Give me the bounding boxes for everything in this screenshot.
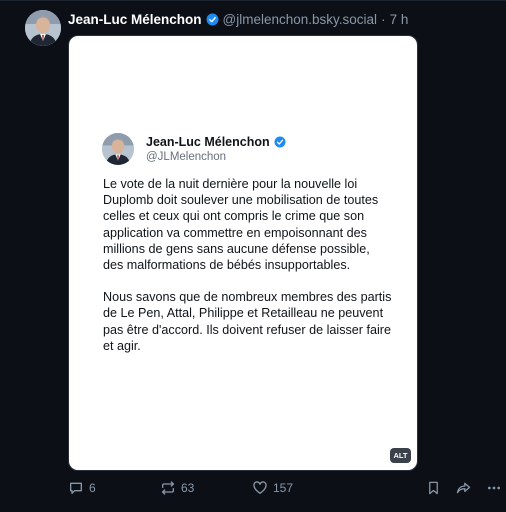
- post[interactable]: Jean-Luc Mélenchon @jlmelenchon.bsky.soc…: [0, 0, 506, 512]
- like-count: 157: [273, 481, 294, 495]
- more-button[interactable]: [486, 480, 502, 496]
- like-icon: [252, 480, 268, 496]
- tweet-paragraph: Nous savons que de nombreux membres des …: [103, 290, 392, 353]
- repost-count: 63: [181, 481, 195, 495]
- post-image[interactable]: Jean-Luc Mélenchon @JLMelenchon Le vote …: [68, 35, 418, 471]
- tweet-paragraph: Le vote de la nuit dernière pour la nouv…: [103, 177, 379, 273]
- tweet-author-name: Jean-Luc Mélenchon: [146, 135, 270, 149]
- reply-button[interactable]: 6: [68, 480, 96, 496]
- tweet-avatar: [102, 133, 134, 165]
- repost-icon: [160, 480, 176, 496]
- reply-count: 6: [89, 481, 96, 495]
- author-name[interactable]: Jean-Luc Mélenchon: [68, 12, 202, 27]
- bookmark-button[interactable]: [426, 480, 441, 496]
- author-handle[interactable]: @jlmelenchon.bsky.social: [223, 12, 378, 27]
- reply-icon: [68, 480, 84, 496]
- post-time[interactable]: 7 h: [390, 12, 409, 27]
- bookmark-icon: [426, 480, 441, 496]
- tweet-text: Le vote de la nuit dernière pour la nouv…: [103, 176, 393, 370]
- post-actions: 6 63 157: [0, 478, 506, 500]
- author-avatar[interactable]: [25, 10, 61, 46]
- verified-icon: [274, 136, 286, 148]
- verified-icon[interactable]: [206, 13, 219, 26]
- more-icon: [486, 480, 502, 496]
- alt-text-badge[interactable]: ALT: [390, 448, 411, 463]
- share-button[interactable]: [455, 480, 472, 496]
- tweet-handle: @JLMelenchon: [146, 151, 227, 163]
- tweet-author: Jean-Luc Mélenchon: [146, 135, 286, 149]
- repost-button[interactable]: 63: [160, 480, 194, 496]
- separator: ·: [381, 11, 386, 27]
- like-button[interactable]: 157: [252, 480, 293, 496]
- share-icon: [455, 480, 472, 496]
- divider: [0, 0, 506, 1]
- post-header: Jean-Luc Mélenchon @jlmelenchon.bsky.soc…: [68, 9, 496, 29]
